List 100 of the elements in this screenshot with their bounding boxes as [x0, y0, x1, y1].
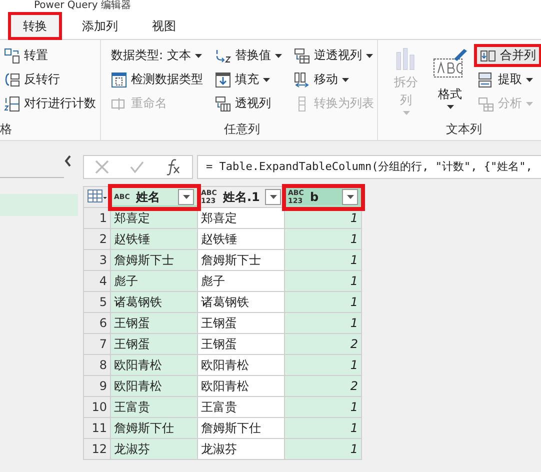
caret-icon — [182, 195, 190, 199]
ribbon-button[interactable]: 透视列 — [211, 92, 286, 115]
table-cell: 诸葛钢铁 — [198, 292, 284, 312]
table-cell: 1 — [284, 292, 362, 312]
table-cell: 王钢蛋 — [198, 312, 284, 334]
fill-down-icon — [215, 72, 231, 88]
row-number: 2 — [84, 228, 110, 250]
table-cell: 欧阳青松 — [110, 376, 198, 396]
table-cell: 王钢蛋 — [198, 334, 284, 354]
count-rows-icon — [4, 96, 20, 112]
ribbon-tab[interactable]: 添加列 — [68, 12, 132, 40]
ribbon-button[interactable]: 对行进行计数 — [0, 92, 100, 115]
table-cell: 龙淑芬 — [198, 438, 284, 460]
formula-field[interactable]: = Table.ExpandTableColumn(分组的行, "计数", {"姓名", — [197, 155, 541, 179]
ribbon-button[interactable]: 逆透视列 — [290, 44, 378, 67]
caret-icon — [194, 54, 202, 58]
row-number: 10 — [84, 396, 110, 418]
check-icon[interactable] — [130, 160, 144, 174]
ribbon-button[interactable]: 替换值 — [211, 44, 286, 67]
row-number: 9 — [84, 376, 110, 396]
table-cell: 1 — [284, 418, 362, 438]
ribbon-button[interactable]: 数据类型: 文本 — [107, 44, 207, 67]
window-title: Power Query 编辑器 — [34, 0, 131, 12]
row-number: 1 — [84, 208, 110, 228]
row-number: 7 — [84, 334, 110, 354]
ribbon-button[interactable]: 填充 — [211, 68, 286, 91]
caret-icon — [402, 111, 410, 115]
table-cell: 赵铁锤 — [110, 228, 198, 250]
table-cell: 龙淑芬 — [110, 438, 198, 460]
caret-icon — [526, 78, 533, 82]
pivot-column-icon — [215, 96, 231, 112]
extract-icon — [478, 72, 494, 88]
merge-columns-icon — [480, 48, 496, 64]
unpivot-icon — [294, 48, 310, 64]
ribbon-button[interactable]: 检测数据类型 — [107, 68, 207, 91]
table-cell: 欧阳青松 — [198, 354, 284, 376]
rename-icon — [111, 96, 127, 112]
table-cell: 1 — [284, 396, 362, 418]
ribbon-button[interactable]: 格式 — [430, 44, 470, 118]
table-cell: 1 — [284, 270, 362, 292]
caret-icon — [342, 78, 349, 82]
parse-icon — [478, 96, 494, 112]
table-cell: 1 — [284, 228, 362, 250]
column-name: 姓名 — [136, 188, 161, 206]
table-cell: 1 — [284, 312, 362, 334]
table-cell: 1 — [284, 438, 362, 460]
filter-dropdown[interactable] — [178, 189, 194, 205]
table-cell: 彪子 — [198, 270, 284, 292]
ribbon-tab[interactable]: 视图 — [138, 12, 190, 40]
table-menu-icon[interactable] — [87, 188, 107, 202]
caret-icon — [346, 195, 354, 199]
table-cell: 欧阳青松 — [198, 376, 284, 396]
row-number: 4 — [84, 270, 110, 292]
table-cell: 赵铁锤 — [198, 228, 284, 250]
table-cell: 2 — [284, 334, 362, 354]
ribbon-tab[interactable]: 转换 — [8, 12, 62, 40]
table-cell: 彪子 — [110, 270, 198, 292]
table-cell: 詹姆斯下仕 — [198, 418, 284, 438]
row-number: 5 — [84, 292, 110, 312]
group-label: 格 — [0, 121, 13, 138]
table-cell: 诸葛钢铁 — [110, 292, 198, 312]
ribbon-button[interactable]: 提取 — [474, 68, 541, 91]
ribbon-button[interactable]: 合并列 — [474, 44, 541, 67]
table-cell: 欧阳青松 — [110, 354, 198, 376]
caret-icon — [366, 54, 373, 58]
caret-icon — [446, 105, 454, 109]
row-number: 12 — [84, 438, 110, 460]
filter-dropdown[interactable] — [342, 189, 358, 205]
column-name: b — [310, 190, 320, 204]
collapse-icon[interactable] — [64, 155, 72, 167]
table-cell: 王钢蛋 — [110, 334, 198, 354]
row-number: 8 — [84, 354, 110, 376]
row-number: 6 — [84, 312, 110, 334]
table-cell: 詹姆斯下士 — [198, 250, 284, 270]
caret-icon — [526, 102, 533, 106]
ribbon-button[interactable]: 反转行 — [0, 68, 100, 91]
caret-icon — [275, 54, 282, 58]
row-number: 3 — [84, 250, 110, 270]
caret-icon — [270, 195, 276, 199]
table-cell: 詹姆斯下仕 — [110, 418, 198, 438]
ribbon-button[interactable]: 转置 — [0, 44, 100, 67]
transpose-icon — [4, 48, 20, 64]
table-cell: 王钢蛋 — [110, 312, 198, 334]
table-cell: 詹姆斯下士 — [110, 250, 198, 270]
table-cell: 1 — [284, 354, 362, 376]
function-icon[interactable] — [165, 158, 182, 176]
table-cell: 1 — [284, 250, 362, 270]
row-number: 11 — [84, 418, 110, 438]
table-cell: 2 — [284, 376, 362, 396]
group-label: 任意列 — [223, 121, 261, 138]
ribbon-button[interactable]: 移动 — [290, 68, 378, 91]
move-icon — [294, 72, 310, 88]
replace-values-icon — [215, 48, 231, 64]
group-label: 文本列 — [445, 121, 483, 138]
caret-icon — [263, 78, 270, 82]
table-cell: 王富贵 — [198, 396, 284, 418]
reverse-rows-icon — [4, 72, 20, 88]
column-name: 姓名.1 — [223, 188, 261, 206]
detect-type-icon — [111, 72, 127, 88]
filter-dropdown[interactable] — [265, 189, 281, 205]
